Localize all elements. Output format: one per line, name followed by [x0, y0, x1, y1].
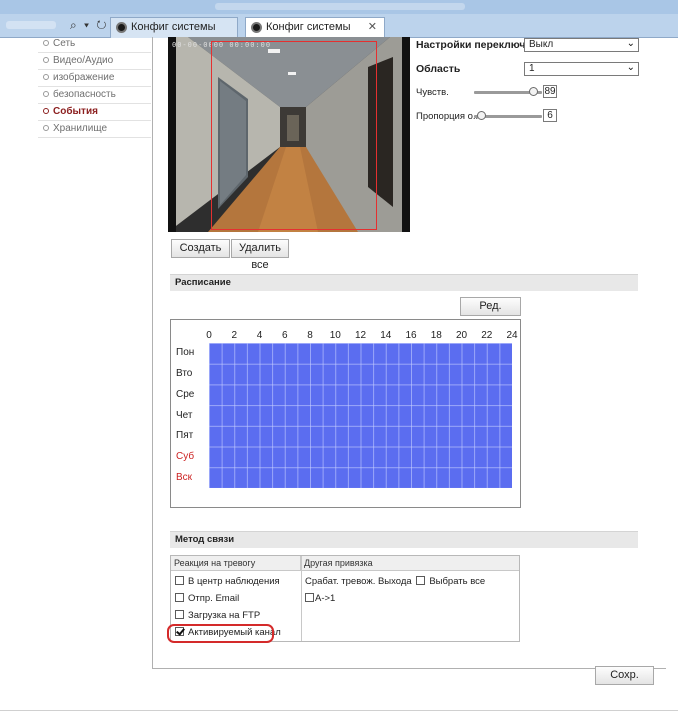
- select-all-checkbox[interactable]: [416, 576, 426, 585]
- switch-settings-value: Выкл: [529, 39, 554, 50]
- browser-tab-2[interactable]: Конфиг системы ✕: [245, 17, 385, 39]
- schedule-grid[interactable]: [209, 343, 512, 488]
- output-a1-row[interactable]: A->1: [305, 593, 335, 604]
- checkbox-label: Загрузка на FTP: [188, 610, 261, 621]
- checkbox-row-ftp-upload[interactable]: Загрузка на FTP: [175, 610, 260, 621]
- sidebar-item-storage[interactable]: Хранилище: [38, 121, 151, 138]
- save-button[interactable]: Сохр.: [595, 666, 654, 685]
- proportion-value-box[interactable]: 6: [543, 109, 557, 122]
- sidebar-item-label: Видео/Аудио: [53, 55, 114, 66]
- area-value: 1: [529, 63, 535, 74]
- sidebar-item-label: изображение: [53, 72, 115, 83]
- site-favicon-icon: [116, 22, 127, 33]
- other-link-header: Другая привязка: [301, 556, 519, 571]
- area-select[interactable]: 1 ⌄: [524, 62, 639, 76]
- trigger-output-row: Срабат. тревож. Выхода Выбрать все: [305, 576, 485, 587]
- switch-settings-label: Настройки переключ...: [416, 39, 535, 51]
- checkbox-label: В центр наблюдения: [188, 576, 280, 587]
- hour-label: 14: [380, 330, 392, 341]
- alarm-reaction-header: Реакция на тревогу: [171, 556, 301, 571]
- sensitivity-value-box[interactable]: 89: [543, 85, 557, 98]
- checkbox-row-notify-center[interactable]: В центр наблюдения: [175, 576, 280, 587]
- browser-tab-bar: ⌕ ▾ ↻ Конфиг системы Конфиг системы ✕: [0, 14, 678, 39]
- output-a1-checkbox[interactable]: [305, 593, 314, 602]
- trigger-output-label: Срабат. тревож. Выхода: [305, 576, 412, 587]
- sensitivity-slider-thumb[interactable]: [529, 87, 538, 96]
- schedule-section-header: Расписание: [170, 274, 638, 291]
- checkbox-row-send-email[interactable]: Отпр. Email: [175, 593, 239, 604]
- bullet-icon: [43, 108, 49, 114]
- sidebar-item-label: Хранилище: [53, 123, 107, 134]
- sidebar-item-label: безопасность: [53, 89, 116, 100]
- address-bar-blurred[interactable]: [6, 21, 56, 29]
- bottom-divider: [0, 710, 678, 711]
- window-titlebar: [0, 0, 678, 14]
- area-label: Область: [416, 63, 461, 75]
- select-all-label: Выбрать все: [429, 576, 486, 587]
- highlight-annotation-ring: [167, 624, 274, 643]
- hour-label: 16: [405, 330, 417, 341]
- hour-label: 12: [354, 330, 367, 341]
- hour-label: 20: [455, 330, 468, 341]
- hour-label: 2: [231, 330, 238, 341]
- sidebar-item-security[interactable]: безопасность: [38, 87, 151, 104]
- schedule-widget: 0 2 4 6 8 10 12 14 16 18 20 22 24 Пон Вто Сре Чет Пят Суб…: [170, 319, 521, 508]
- bullet-icon: [43, 125, 49, 131]
- tab-label: Конфиг системы: [131, 21, 216, 33]
- sidebar-item-image[interactable]: изображение: [38, 70, 151, 87]
- window-title-blurred: [215, 3, 465, 10]
- sidebar-item-events[interactable]: События: [38, 104, 151, 121]
- hour-label: 4: [256, 330, 263, 341]
- sidebar-item-network[interactable]: Сеть: [38, 36, 151, 53]
- day-label: Вск: [176, 471, 193, 483]
- hour-label: 24: [506, 330, 518, 341]
- delete-all-button[interactable]: Удалить все: [231, 239, 289, 271]
- hour-label: 6: [281, 330, 288, 341]
- hour-label: 22: [481, 330, 493, 341]
- hour-label: 8: [307, 330, 313, 341]
- column-divider: [301, 556, 302, 641]
- sidebar-item-label: События: [53, 106, 98, 117]
- day-label: Пят: [176, 430, 194, 442]
- chevron-down-icon: ⌄: [626, 38, 635, 49]
- site-favicon-icon: [251, 22, 262, 33]
- browser-nav-icons[interactable]: ⌕ ▾ ↻: [70, 18, 109, 33]
- notify-center-checkbox[interactable]: [175, 576, 184, 585]
- sensitivity-label: Чувств.: [416, 87, 449, 98]
- browser-tab-1[interactable]: Конфиг системы: [110, 17, 238, 38]
- tab-label: Конфиг системы: [266, 21, 351, 33]
- sidebar-item-label: Сеть: [53, 38, 76, 49]
- settings-sidebar: Сеть Видео/Аудио изображение безопасност…: [38, 36, 151, 138]
- day-label: Вто: [176, 368, 193, 380]
- proportion-label: Пропорция о...: [416, 111, 481, 122]
- chevron-down-icon: ⌄: [626, 62, 635, 73]
- bullet-icon: [43, 91, 49, 97]
- hour-label: 0: [206, 330, 212, 341]
- output-a1-label: A->1: [315, 593, 336, 604]
- link-method-section-header: Метод связи: [170, 531, 638, 548]
- sidebar-item-video-audio[interactable]: Видео/Аудио: [38, 53, 151, 70]
- bullet-icon: [43, 57, 49, 63]
- hour-label: 18: [430, 330, 442, 341]
- ftp-upload-checkbox[interactable]: [175, 610, 184, 619]
- day-label: Чет: [176, 409, 193, 421]
- bullet-icon: [43, 40, 49, 46]
- hour-label: 10: [329, 330, 341, 341]
- checkbox-label: Отпр. Email: [188, 593, 240, 604]
- edit-schedule-button[interactable]: Ред.: [460, 297, 521, 316]
- proportion-slider-thumb[interactable]: [477, 111, 486, 120]
- switch-settings-select[interactable]: Выкл ⌄: [524, 38, 639, 52]
- day-label: Пон: [176, 347, 195, 359]
- tab-close-icon[interactable]: ✕: [368, 18, 377, 37]
- create-button[interactable]: Создать: [171, 239, 230, 258]
- detection-area-box[interactable]: [211, 41, 377, 230]
- day-label: Суб: [176, 450, 195, 462]
- day-label: Сре: [176, 388, 195, 400]
- send-email-checkbox[interactable]: [175, 593, 184, 602]
- bullet-icon: [43, 74, 49, 80]
